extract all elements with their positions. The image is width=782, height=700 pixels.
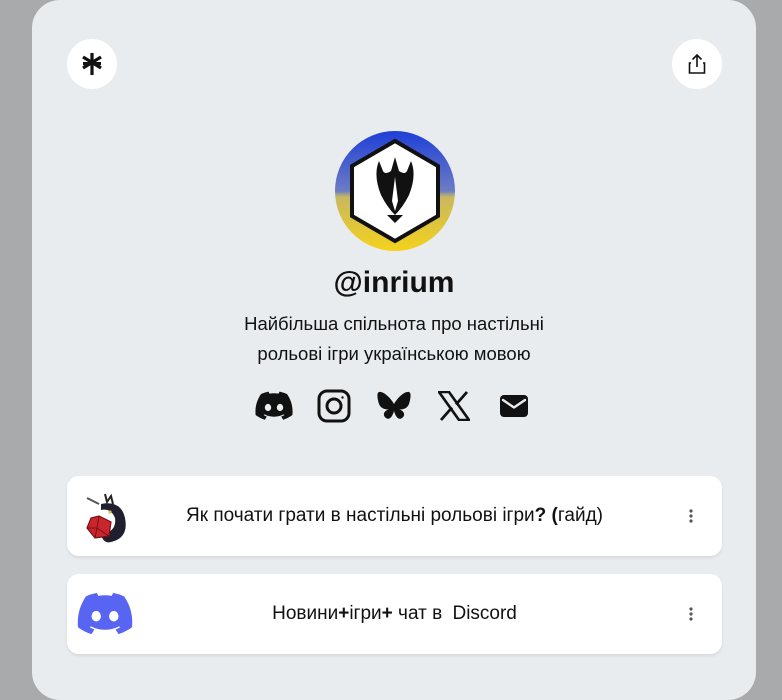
social-email-link[interactable] bbox=[494, 386, 534, 426]
link-title-text: ігри bbox=[349, 603, 382, 624]
instagram-icon bbox=[317, 389, 351, 423]
social-icons-row bbox=[254, 386, 534, 426]
x-icon bbox=[438, 391, 470, 421]
social-discord-link[interactable] bbox=[254, 386, 294, 426]
profile-bio: Найбільша спільнота про настільні рольов… bbox=[194, 309, 594, 369]
link-card-discord[interactable]: Новини + ігри + чат в Discord bbox=[67, 574, 722, 654]
social-bluesky-link[interactable] bbox=[374, 386, 414, 426]
link-title-bold: Discord bbox=[452, 603, 517, 624]
email-icon bbox=[500, 395, 528, 417]
share-icon bbox=[688, 53, 706, 74]
link-card-guide[interactable]: Як почати грати в настільні рольові ігри… bbox=[67, 476, 722, 556]
link-thumbnail bbox=[75, 584, 135, 644]
social-instagram-link[interactable] bbox=[314, 386, 354, 426]
bio-line: Найбільша спільнота про настільні bbox=[244, 313, 544, 334]
dragon-dice-icon bbox=[86, 493, 126, 543]
link-title-bold: ? ( bbox=[534, 505, 558, 526]
more-options-button[interactable] bbox=[676, 501, 706, 531]
link-title-bold: + bbox=[338, 603, 350, 624]
profile-card: @inrium Найбільша спільнота про настільн… bbox=[32, 0, 756, 700]
link-title-text: чат в bbox=[392, 603, 448, 624]
discord-icon bbox=[77, 592, 133, 635]
linktree-asterisk-icon bbox=[82, 53, 102, 75]
avatar bbox=[335, 131, 455, 251]
share-button[interactable] bbox=[672, 39, 722, 89]
link-title-text: Як почати грати в настільні рольові ігри bbox=[186, 505, 535, 526]
link-thumbnail bbox=[75, 486, 135, 546]
more-options-button[interactable] bbox=[676, 599, 706, 629]
link-title: Як почати грати в настільні рольові ігри… bbox=[137, 476, 652, 556]
trident-logo-avatar bbox=[335, 131, 455, 251]
link-title-text: гайд) bbox=[557, 505, 603, 526]
profile-handle: @inrium bbox=[333, 266, 455, 299]
kebab-icon bbox=[689, 607, 693, 621]
discord-icon bbox=[255, 391, 293, 420]
link-title-text: Новини bbox=[272, 603, 339, 624]
bio-line: рольові ігри українською мовою bbox=[257, 343, 531, 364]
kebab-icon bbox=[689, 509, 693, 523]
social-x-link[interactable] bbox=[434, 386, 474, 426]
link-title-bold: + bbox=[381, 603, 393, 624]
link-title: Новини + ігри + чат в Discord bbox=[137, 574, 652, 654]
bluesky-icon bbox=[377, 391, 411, 419]
linktree-logo-button[interactable] bbox=[67, 39, 117, 89]
